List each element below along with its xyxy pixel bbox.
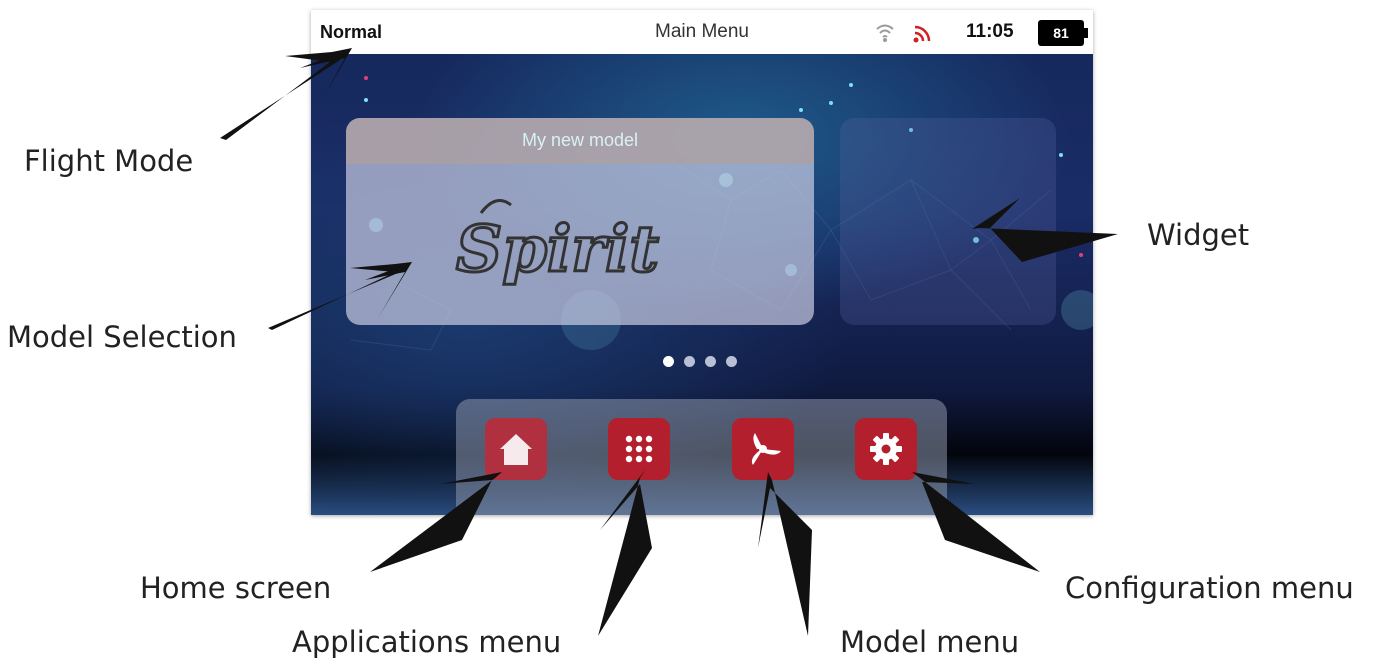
rss-signal-icon [913,25,931,43]
gear-icon [870,433,902,465]
page-dot[interactable] [726,356,737,367]
model-menu-button[interactable] [732,418,794,480]
widget-area[interactable] [840,118,1056,325]
model-logo-text: Spirit [456,212,659,287]
model-menu-annotation: Model menu [840,625,1020,659]
propeller-icon [751,433,781,465]
home-screen-button[interactable] [485,418,547,480]
page-dot[interactable] [684,356,695,367]
home-icon [500,434,532,465]
apps-grid-icon [625,435,653,463]
wifi-icon [876,24,894,42]
model-card-header: My new model [346,118,814,164]
page-dot[interactable] [705,356,716,367]
model-name: My new model [521,130,639,150]
model-selection-card[interactable]: My new model Spirit [346,118,814,325]
applications-menu-button[interactable] [608,418,670,480]
home-screen-annotation: Home screen [140,571,332,605]
radio-screen: Normal Main Menu 11:05 81 My new model S… [311,10,1093,515]
widget-annotation: Widget [1147,218,1250,252]
flight-mode-annotation: Flight Mode [24,144,194,178]
model-selection-annotation: Model Selection [7,320,237,354]
model-logo-image: Spirit [455,199,660,289]
configuration-menu-button[interactable] [855,418,917,480]
page-indicator[interactable] [663,356,737,367]
battery-indicator: 81 [1038,20,1088,46]
clock-time: 11:05 [966,21,1014,42]
status-bar: Normal Main Menu 11:05 81 [311,10,1093,54]
page-dot[interactable] [663,356,674,367]
configuration-menu-annotation: Configuration menu [1065,571,1354,605]
applications-menu-annotation: Applications menu [292,625,562,659]
